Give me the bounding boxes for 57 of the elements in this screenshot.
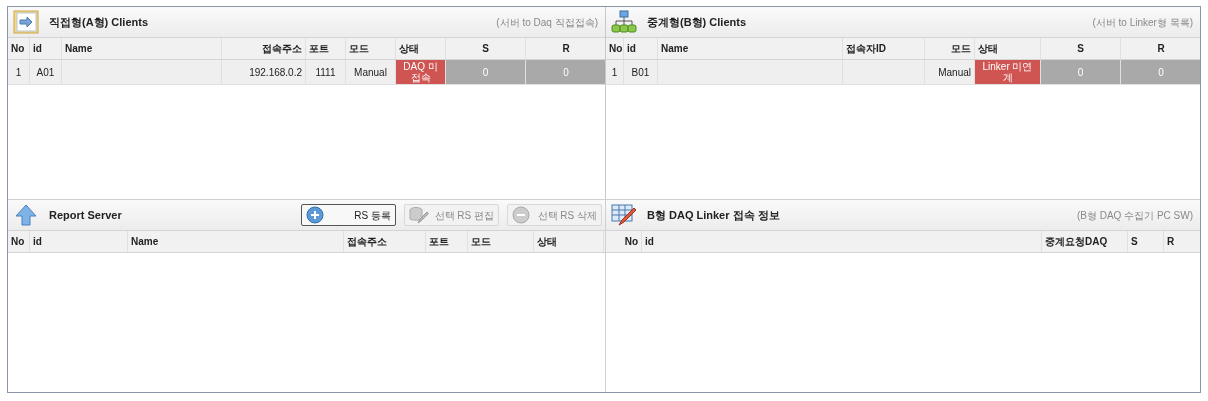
plus-icon bbox=[306, 206, 324, 224]
column-header[interactable]: Name bbox=[658, 38, 843, 59]
table-cell: A01 bbox=[30, 60, 62, 84]
table-cell: B01 bbox=[624, 60, 658, 84]
column-header[interactable]: id bbox=[624, 38, 658, 59]
column-header[interactable]: 접속자ID bbox=[843, 38, 925, 59]
column-header[interactable]: 모드 bbox=[925, 38, 975, 59]
column-header[interactable]: 상태 bbox=[534, 231, 604, 252]
column-header[interactable]: 상태 bbox=[396, 38, 446, 59]
column-header[interactable]: id bbox=[642, 231, 1042, 252]
count-cell: 0 bbox=[1041, 60, 1121, 84]
column-header[interactable]: No bbox=[8, 231, 30, 252]
panel-title: 중계형(B형) Clients bbox=[647, 14, 746, 30]
panel-subtitle: (B형 DAQ 수집기 PC SW) bbox=[1076, 208, 1194, 223]
panel-subtitle: (서버 to Linker형 목록) bbox=[1092, 15, 1194, 30]
table-row[interactable]: 1 A01 192.168.0.2 1111 Manual DAQ 미접속 0 0 bbox=[8, 60, 605, 85]
panel-title: 직접형(A형) Clients bbox=[49, 14, 148, 30]
up-arrow-icon bbox=[15, 204, 37, 226]
column-header[interactable]: id bbox=[30, 38, 62, 59]
status-cell: DAQ 미접속 bbox=[396, 60, 446, 84]
table-cell: 1 bbox=[8, 60, 30, 84]
column-header[interactable]: 접속주소 bbox=[222, 38, 306, 59]
column-header[interactable]: No bbox=[606, 231, 642, 252]
column-header[interactable]: 중계요청DAQ bbox=[1042, 231, 1128, 252]
count-cell: 0 bbox=[446, 60, 526, 84]
column-header[interactable]: S bbox=[1041, 38, 1121, 59]
column-header[interactable]: No bbox=[606, 38, 624, 59]
table-cell: 192.168.0.2 bbox=[222, 60, 306, 84]
database-pen-icon bbox=[409, 206, 429, 224]
column-header[interactable]: 포트 bbox=[306, 38, 346, 59]
column-header[interactable]: Name bbox=[128, 231, 344, 252]
column-header[interactable]: 접속주소 bbox=[344, 231, 426, 252]
panel-title: Report Server bbox=[49, 207, 122, 223]
column-header[interactable]: R bbox=[1164, 231, 1200, 252]
column-header[interactable]: id bbox=[30, 231, 128, 252]
column-header[interactable]: 모드 bbox=[468, 231, 534, 252]
panel-title: B형 DAQ Linker 접속 정보 bbox=[647, 207, 780, 223]
toolbar-button[interactable]: RS 등록 bbox=[301, 204, 396, 226]
column-header[interactable]: S bbox=[446, 38, 526, 59]
column-header[interactable]: Name bbox=[62, 38, 222, 59]
minus-icon bbox=[512, 206, 530, 224]
table-cell: 1111 bbox=[306, 60, 346, 84]
network-icon bbox=[611, 10, 637, 34]
table-cell: 1 bbox=[606, 60, 624, 84]
column-header[interactable]: 포트 bbox=[426, 231, 468, 252]
status-cell: Linker 미연계 bbox=[975, 60, 1041, 84]
arrow-folder-icon bbox=[13, 10, 39, 34]
count-cell: 0 bbox=[1121, 60, 1200, 84]
table-row[interactable]: 1 B01 Manual Linker 미연계 0 0 bbox=[606, 60, 1200, 85]
column-header[interactable]: No bbox=[8, 38, 30, 59]
column-header[interactable]: 상태 bbox=[975, 38, 1041, 59]
panel-subtitle: (서버 to Daq 직접접속) bbox=[496, 15, 599, 30]
column-header[interactable]: R bbox=[1121, 38, 1200, 59]
table-pen-icon bbox=[611, 203, 637, 227]
count-cell: 0 bbox=[526, 60, 607, 84]
column-header[interactable]: 모드 bbox=[346, 38, 396, 59]
column-header[interactable]: S bbox=[1128, 231, 1164, 252]
